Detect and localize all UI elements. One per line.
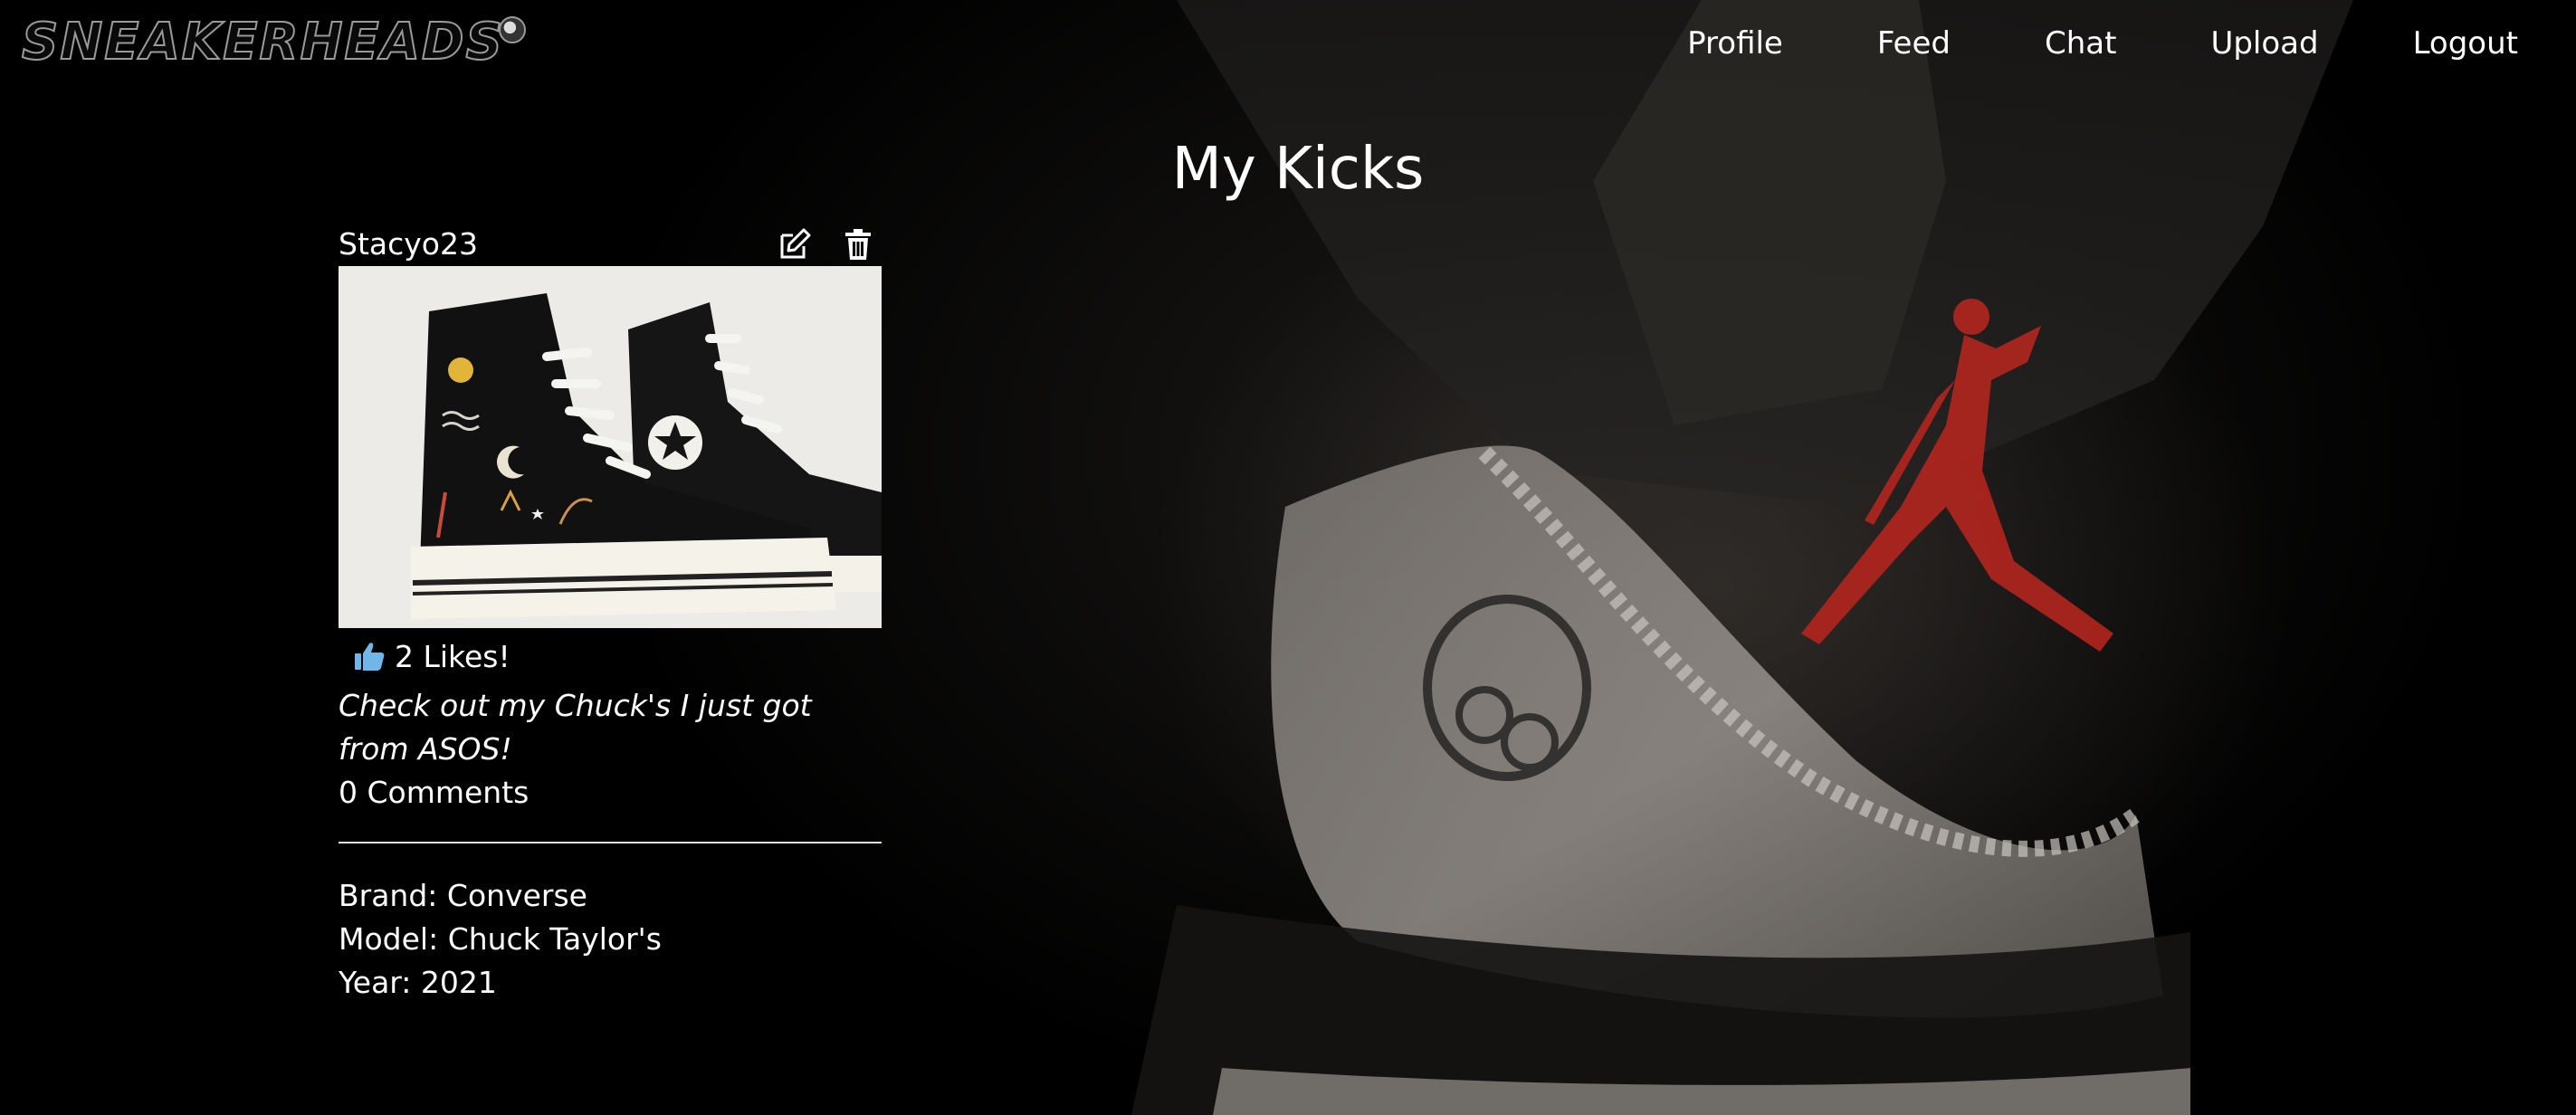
soccer-ball-icon [498, 16, 526, 43]
nav-links: Profile Feed Chat Upload Logout [1687, 0, 2576, 87]
top-nav-bar: SNEAKERHEADS Profile Feed Chat Upload Lo… [0, 0, 2576, 87]
converse-high-tops-illustration [339, 266, 882, 628]
page-title: My Kicks [1171, 136, 1425, 203]
nav-link-chat[interactable]: Chat [2045, 25, 2116, 62]
divider [339, 842, 882, 843]
year-detail: Year: 2021 [339, 965, 497, 1000]
like-button[interactable]: 2 Likes! [348, 634, 520, 679]
sneaker-photo[interactable] [339, 266, 882, 628]
trash-icon [845, 229, 871, 260]
nav-link-profile[interactable]: Profile [1687, 25, 1783, 62]
thumbs-up-icon [355, 643, 385, 671]
edit-post-button[interactable] [777, 226, 813, 262]
edit-icon [780, 228, 811, 259]
brand-detail: Brand: Converse [339, 878, 587, 913]
model-detail: Model: Chuck Taylor's [339, 921, 662, 957]
logo-text: SNEAKERHEADS [21, 12, 504, 72]
nav-link-logout[interactable]: Logout [2413, 25, 2518, 62]
delete-post-button[interactable] [840, 226, 876, 262]
post-username: Stacyo23 [339, 226, 478, 262]
sneakerheads-logo[interactable]: SNEAKERHEADS [21, 12, 526, 72]
comments-link[interactable]: 0 Comments [339, 771, 529, 815]
nav-link-upload[interactable]: Upload [2210, 25, 2318, 62]
likes-count: 2 Likes! [395, 638, 510, 674]
sneaker-post-card: Stacyo23 2 Likes! Check out my Chuck's I… [339, 224, 882, 1000]
sneaker-details: Brand: Converse Model: Chuck Taylor's Ye… [339, 874, 662, 1005]
nav-link-feed[interactable]: Feed [1877, 25, 1951, 62]
post-header: Stacyo23 [339, 224, 882, 266]
post-caption: Check out my Chuck's I just got from ASO… [339, 688, 812, 767]
